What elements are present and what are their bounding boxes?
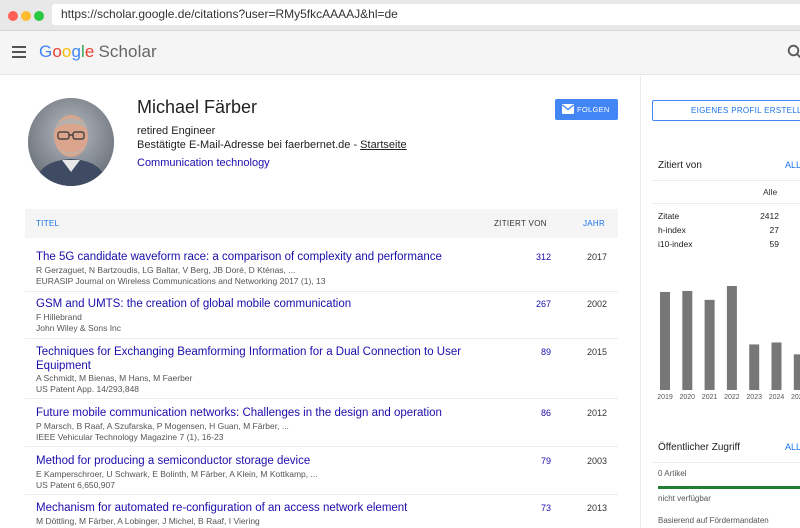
homepage-link[interactable]: Startseite [360,139,406,151]
logo-google: Google [39,42,95,61]
based-on-mandates-label: Basierend auf Fördermandaten [658,516,769,525]
citation-count[interactable]: 312 [525,252,551,262]
stat-value: 27 [769,225,779,235]
minimize-window-button[interactable] [21,11,31,21]
chart-bar-2023[interactable] [749,344,760,390]
publication-title[interactable]: The 5G candidate waveform race: a compar… [36,250,466,264]
citation-count[interactable]: 86 [525,408,551,418]
stats-divider [652,180,800,181]
stats-column-all: Alle [763,187,778,197]
chart-year-label: 2021 [702,394,718,401]
profile-email: Bestätigte E-Mail-Adresse bei faerbernet… [137,139,407,151]
publication-title[interactable]: Mechanism for automated re-configuration… [36,501,466,515]
not-available-label: nicht verfügbar [658,494,711,503]
profile-affiliation: retired Engineer [137,125,216,137]
cited-by-all-link[interactable]: ALLE [785,160,800,170]
publication-year: 2002 [586,299,607,309]
publications-table-header: TITEL ZITIERT VON JAHR [25,209,618,238]
sort-by-title[interactable]: TITEL [36,219,59,228]
citation-count[interactable]: 79 [525,456,551,466]
stat-value: 2412 [760,211,779,221]
publication-venue: EURASIP Journal on Wireless Communicatio… [36,276,326,286]
research-interest-link[interactable]: Communication technology [137,157,270,169]
row-divider [25,338,618,339]
publication-year: 2013 [586,503,607,513]
sort-by-cited[interactable]: ZITIERT VON [494,219,547,228]
close-window-button[interactable] [8,11,18,21]
publication-venue: US Patent 6,650,907 [36,480,115,490]
maximize-window-button[interactable] [34,11,44,21]
publication-venue: US Patent App. 14/293,848 [36,384,140,394]
follow-label: FOLGEN [577,105,610,114]
follow-button[interactable]: FOLGEN [555,99,618,120]
public-access-divider [652,462,800,463]
logo-scholar: Scholar [98,42,157,61]
stats-divider [652,203,800,204]
stat-label[interactable]: i10-index [658,239,693,249]
column-divider [640,76,641,528]
publication-year: 2003 [586,456,607,466]
publication-venue: John Wiley & Sons Inc [36,323,122,333]
menu-icon[interactable] [12,46,26,58]
cited-by-title: Zitiert von [658,160,702,171]
scholar-header: Google Scholar [0,31,800,75]
chart-year-label: 2024 [769,394,785,401]
publication-title[interactable]: Techniques for Exchanging Beamforming In… [36,345,466,373]
publication-year: 2015 [586,347,607,357]
google-scholar-logo[interactable]: Google Scholar [39,42,157,62]
chart-bar-2021[interactable] [704,299,715,390]
publication-authors: R Gerzaguet, N Bartzoudis, LG Baltar, V … [36,265,296,275]
chart-year-label: 2023 [746,394,762,401]
email-text: Bestätigte E-Mail-Adresse bei faerbernet… [137,139,361,151]
search-icon[interactable] [787,44,800,60]
publication-year: 2017 [586,252,607,262]
browser-toolbar: https://scholar.google.de/citations?user… [0,0,800,31]
address-bar[interactable]: https://scholar.google.de/citations?user… [52,4,800,25]
stat-value: 59 [769,239,779,249]
publication-title[interactable]: Method for producing a semiconductor sto… [36,454,466,468]
citations-per-year-chart: 2019 2020 2021 2022 2023 2024 2025 [657,286,800,401]
chart-bar-2020[interactable] [682,290,693,390]
profile-photo [28,98,114,186]
chart-year-label: 2020 [680,394,696,401]
publication-authors: E Kamperschroer, U Schwark, E Bolinth, M… [36,469,318,479]
chart-year-label: 2022 [724,394,740,401]
mail-icon [562,104,574,114]
chart-bar-2022[interactable] [726,286,737,390]
publication-authors: A Schmidt, M Bienas, M Hans, M Faerber [36,373,193,383]
publication-year: 2012 [586,408,607,418]
citation-count[interactable]: 267 [525,299,551,309]
publication-authors: P Marsch, B Raaf, A Szufarska, P Mogense… [36,421,289,431]
public-access-bar [658,486,800,489]
public-access-title: Öffentlicher Zugriff [658,442,740,453]
chart-bar-2024[interactable] [771,342,782,390]
public-access-all-link[interactable]: ALLE [785,442,800,452]
profile-name: Michael Färber [137,97,258,117]
citation-count[interactable]: 73 [525,503,551,513]
row-divider [25,494,618,495]
row-divider [25,291,618,292]
chart-year-label: 2025 [791,394,800,401]
stat-label[interactable]: h-index [658,225,686,235]
row-divider [25,446,618,447]
create-own-profile-button[interactable]: EIGENES PROFIL ERSTELLEN [652,100,800,121]
publication-authors: M Döttling, M Färber, A Lobinger, J Mich… [36,516,260,526]
stat-label[interactable]: Zitate [658,211,679,221]
citation-count[interactable]: 89 [525,347,551,357]
publication-title[interactable]: GSM and UMTS: the creation of global mob… [36,297,466,311]
publication-authors: F Hillebrand [36,312,82,322]
sort-by-year[interactable]: JAHR [583,219,605,228]
publication-title[interactable]: Future mobile communication networks: Ch… [36,406,466,420]
chart-year-label: 2019 [657,394,673,401]
row-divider [25,398,618,399]
articles-count[interactable]: 0 Artikel [658,469,686,478]
chart-bar-2019[interactable] [660,291,670,390]
publication-venue: IEEE Vehicular Technology Magazine 7 (1)… [36,432,224,442]
chart-bar-2025[interactable] [793,354,800,390]
